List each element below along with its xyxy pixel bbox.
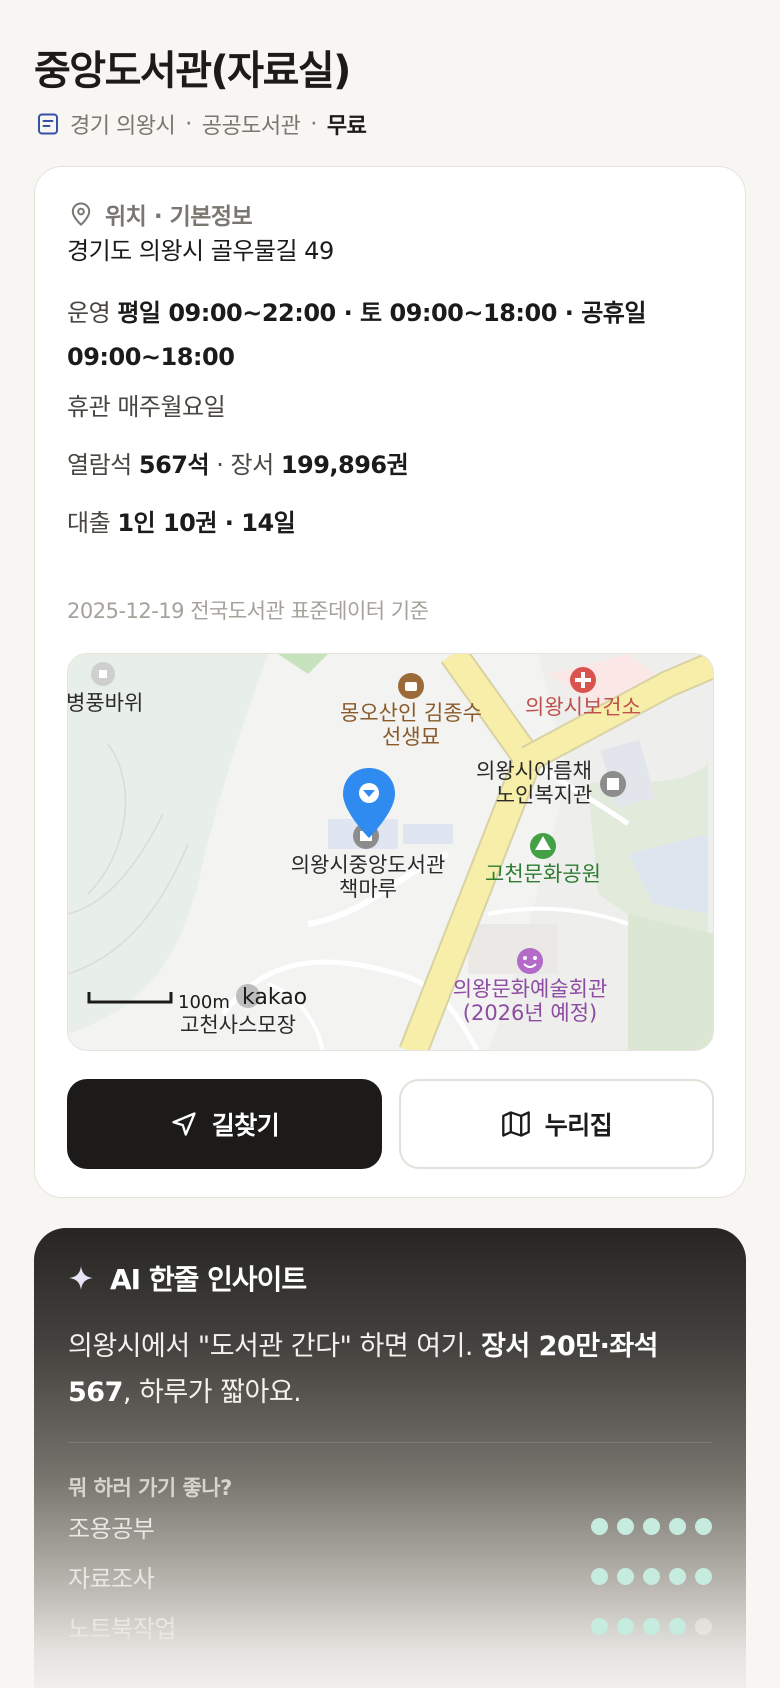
divider — [68, 1442, 712, 1443]
section-header: 위치 · 기본정보 — [69, 197, 253, 231]
document-icon — [38, 113, 58, 135]
rating-dot-filled — [591, 1617, 608, 1635]
map-label-arts-center: 의왕문화예술회관 — [453, 977, 608, 1001]
rating-dot-filled — [643, 1567, 660, 1585]
map-icon — [501, 1111, 530, 1137]
map-label-tomb: 몽오산인 김종수 — [340, 701, 482, 725]
rating-dot-filled — [643, 1617, 660, 1635]
books-label: 장서 — [230, 451, 275, 479]
location-pin-icon — [71, 202, 91, 226]
rating-dot-filled — [617, 1567, 634, 1585]
library-meta: 경기 의왕시 · 공공도서관 · 무료 — [36, 108, 367, 140]
rating-dot-filled — [643, 1517, 660, 1535]
directions-button[interactable]: 길찾기 — [67, 1079, 382, 1169]
ai-text-plain: 의왕시에서 "도서관 간다" 하면 여기. — [68, 1331, 482, 1362]
closed-label: 휴관 — [67, 393, 111, 421]
rating-dot-filled — [669, 1617, 686, 1635]
hours-row: 운영 평일 09:00~22:00 · 토 09:00~18:00 · 공휴일 … — [67, 291, 727, 379]
rating-dot-filled — [591, 1567, 608, 1585]
books-value: 199,896권 — [280, 451, 409, 479]
seats-value: 567석 — [138, 451, 210, 479]
rating-dot-filled — [669, 1567, 686, 1585]
ai-insight-text: 의왕시에서 "도서관 간다" 하면 여기. 장서 20만·좌석 567, 하루가… — [68, 1324, 708, 1416]
page-title: 중앙도서관(자료실) — [34, 48, 351, 94]
map-label-arts-center-sub: (2026년 예정) — [463, 1001, 597, 1025]
hours-label: 운영 — [67, 299, 111, 327]
fee-text: 무료 — [326, 114, 367, 139]
rating-dot-filled — [617, 1617, 634, 1635]
rating-row: 조용공부 — [68, 1506, 712, 1546]
row-separator: · — [216, 451, 224, 479]
seats-label: 열람석 — [67, 451, 132, 479]
rating-dot-filled — [669, 1517, 686, 1535]
sparkle-icon — [69, 1266, 93, 1290]
loan-label: 대출 — [67, 509, 111, 537]
region-text: 경기 의왕시 — [70, 114, 176, 139]
map-label-bottom-poi: 고천사스모장 — [180, 1013, 296, 1037]
rating-label: 자료조사 — [68, 1564, 155, 1593]
rating-row: 자료조사 — [68, 1556, 712, 1596]
info-card: 위치 · 기본정보 경기도 의왕시 골우물길 49 운영 평일 09:00~22… — [34, 166, 746, 1198]
loan-value: 1인 10권 · 14일 — [117, 509, 296, 537]
section-title: 위치 · 기본정보 — [105, 204, 253, 230]
closed-value: 매주월요일 — [117, 393, 226, 421]
map-scale-label: 100m — [178, 992, 230, 1013]
category-text: 공공도서관 — [201, 114, 301, 139]
rating-dot-filled — [591, 1517, 608, 1535]
map-label-welfare-center: 의왕시아름채 — [476, 759, 592, 783]
rating-label: 노트북작업 — [68, 1614, 176, 1643]
map-label-health-center: 의왕시보건소 — [525, 695, 641, 719]
map-label-library: 의왕시중앙도서관 — [291, 853, 446, 877]
collection-row: 열람석 567석 · 장서 199,896권 — [67, 443, 727, 487]
rating-dot-filled — [695, 1567, 712, 1585]
ai-insight-title: AI 한줄 인사이트 — [110, 1263, 307, 1296]
ai-question: 뭐 하러 가기 좋나? — [68, 1476, 232, 1500]
location-map[interactable]: 병풍바위 몽오산인 김종수 선생묘 의왕시보건소 의왕시아름채 노인복지관 고천… — [67, 653, 714, 1051]
rating-label: 조용공부 — [68, 1514, 155, 1543]
closed-row: 휴관 매주월요일 — [67, 385, 727, 429]
meta-separator: · — [310, 111, 317, 137]
hours-value: 평일 09:00~22:00 · 토 09:00~18:00 · 공휴일 09:… — [67, 299, 646, 371]
ai-insight-card: AI 한줄 인사이트 의왕시에서 "도서관 간다" 하면 여기. 장서 20만·… — [34, 1228, 746, 1688]
map-label-library-sub: 책마루 — [339, 877, 397, 901]
rating-row: 노트북작업 — [68, 1606, 712, 1646]
kakao-logo: kakao — [242, 985, 307, 1010]
rating-dot-filled — [695, 1517, 712, 1535]
rating-dot-filled — [617, 1517, 634, 1535]
website-button[interactable]: 누리집 — [399, 1079, 714, 1169]
rating-dots — [591, 1567, 712, 1585]
rating-dot-empty — [695, 1617, 712, 1635]
map-label-tomb-sub: 선생묘 — [382, 725, 440, 749]
ai-insight-header: AI 한줄 인사이트 — [68, 1256, 307, 1300]
rating-dots — [591, 1517, 712, 1535]
directions-label: 길찾기 — [211, 1111, 280, 1140]
ai-text-tail: , 하루가 짧아요. — [122, 1377, 302, 1408]
address-row: 경기도 의왕시 골우물길 49 — [67, 229, 727, 273]
rating-dots — [591, 1617, 712, 1635]
navigation-arrow-icon — [172, 1112, 196, 1136]
map-label-welfare-center-sub: 노인복지관 — [496, 783, 593, 807]
address-text: 경기도 의왕시 골우물길 49 — [67, 237, 334, 265]
website-label: 누리집 — [544, 1111, 613, 1140]
map-canvas[interactable]: 병풍바위 몽오산인 김종수 선생묘 의왕시보건소 의왕시아름채 노인복지관 고천… — [68, 654, 714, 1051]
data-basis-note: 2025-12-19 전국도서관 표준데이터 기준 — [67, 599, 429, 623]
loan-row: 대출 1인 10권 · 14일 — [67, 501, 727, 545]
map-label-rock: 병풍바위 — [68, 691, 143, 715]
meta-separator: · — [185, 111, 192, 137]
map-label-park: 고천문화공원 — [485, 862, 601, 886]
